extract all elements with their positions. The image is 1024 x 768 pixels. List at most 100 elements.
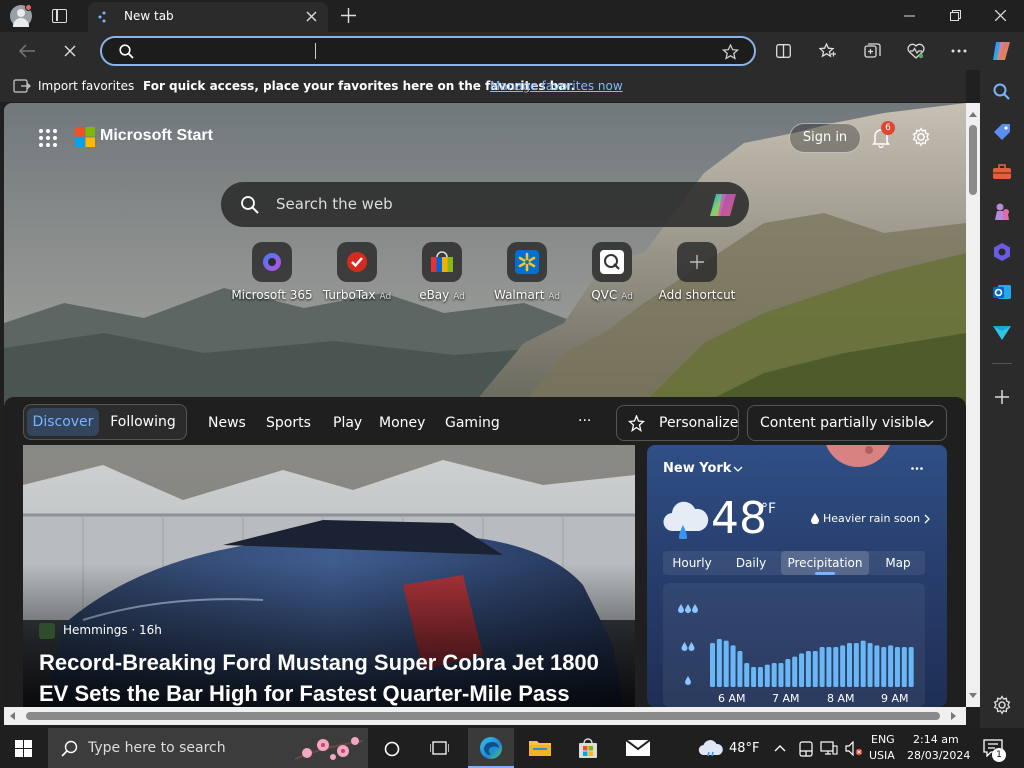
sign-in-button[interactable]: Sign in <box>789 123 861 153</box>
personalize-button[interactable]: Personalize <box>616 405 739 441</box>
weather-location[interactable]: New York <box>663 461 731 476</box>
task-view-icon[interactable] <box>430 740 449 756</box>
personalize-label: Personalize <box>659 415 739 431</box>
close-tab-icon[interactable] <box>306 11 317 22</box>
import-favorites-link[interactable]: Import favorites <box>38 79 134 93</box>
article-card[interactable]: Hemmings · 16h Record-Breaking Ford Must… <box>23 445 635 707</box>
taskbar-weather-icon[interactable] <box>697 739 723 759</box>
microsoft-store-icon[interactable] <box>577 737 599 759</box>
favorites-icon[interactable] <box>819 43 836 59</box>
address-input[interactable] <box>142 42 702 60</box>
web-search-box[interactable]: Search the web <box>221 182 749 227</box>
vertical-scrollbar[interactable] <box>966 103 980 707</box>
chevron-right-icon[interactable] <box>924 514 930 524</box>
apps-launcher-icon[interactable] <box>38 128 58 148</box>
weather-tab-map[interactable]: Map <box>871 551 925 575</box>
tab-actions-icon[interactable] <box>52 9 67 23</box>
weather-alert[interactable]: Heavier rain soon <box>823 512 920 525</box>
shopping-tag-icon[interactable] <box>992 122 1012 142</box>
more-menu-icon[interactable] <box>951 49 967 53</box>
clock-date[interactable]: 28/03/2024 <box>907 749 970 762</box>
shortcut-walmart[interactable]: Walmart Ad <box>482 242 572 302</box>
scroll-right-arrow-icon[interactable] <box>951 712 956 720</box>
weather-tab-hourly[interactable]: Hourly <box>663 551 721 575</box>
more-tabs-button[interactable]: ··· <box>578 413 591 429</box>
article-headline[interactable]: Record-Breaking Ford Mustang Super Cobra… <box>39 647 629 707</box>
stop-loading-icon[interactable] <box>64 45 76 57</box>
copilot-icon[interactable] <box>708 191 740 219</box>
tab-following[interactable]: Following <box>104 408 182 436</box>
volume-muted-icon[interactable] <box>845 741 863 756</box>
tab-discover[interactable]: Discover <box>27 408 99 436</box>
weather-card[interactable]: New York 48 °F Heavier rain soon Hourly … <box>647 445 947 707</box>
search-icon[interactable] <box>992 82 1012 102</box>
add-shortcut[interactable]: Add shortcut <box>652 242 742 302</box>
clock-time[interactable]: 2:14 am <box>913 733 959 746</box>
vertical-scroll-thumb[interactable] <box>969 125 977 195</box>
scroll-up-arrow-icon[interactable] <box>969 112 977 117</box>
input-region[interactable]: USIA <box>869 749 895 762</box>
horizontal-scrollbar[interactable] <box>4 707 966 725</box>
shortcut-microsoft365[interactable]: Microsoft 365 <box>227 242 317 302</box>
taskbar-weather-temp[interactable]: 48°F <box>729 741 760 756</box>
source-logo-icon <box>39 623 55 639</box>
browser-essentials-icon[interactable] <box>907 43 925 59</box>
sidebar-settings-gear-icon[interactable] <box>992 695 1012 715</box>
file-explorer-icon[interactable] <box>528 738 552 758</box>
weather-more-icon[interactable] <box>911 467 923 470</box>
tab-news[interactable]: News <box>208 415 246 431</box>
taskbar-edge-button[interactable] <box>468 728 514 768</box>
weather-tab-daily[interactable]: Daily <box>723 551 779 575</box>
microsoft365-sidebar-icon[interactable] <box>992 242 1012 262</box>
minimize-icon[interactable] <box>904 15 915 17</box>
favorite-star-icon[interactable] <box>722 44 739 60</box>
outlook-icon[interactable] <box>992 282 1012 302</box>
profile-avatar[interactable] <box>10 4 32 27</box>
cortana-circle-icon[interactable] <box>384 741 400 757</box>
new-tab-plus-icon[interactable] <box>341 8 356 23</box>
manage-favorites-link[interactable]: Manage favorites now <box>490 79 623 93</box>
tab-money[interactable]: Money <box>379 415 425 431</box>
input-language[interactable]: ENG <box>871 733 895 746</box>
back-arrow-icon[interactable] <box>19 44 36 58</box>
show-hidden-icons-chevron-icon[interactable] <box>774 744 786 752</box>
split-screen-icon[interactable] <box>776 44 791 58</box>
microsoft365-icon <box>252 242 292 282</box>
location-chevron-icon[interactable] <box>733 466 743 473</box>
taskbar-search-box[interactable]: Type here to search <box>48 728 368 768</box>
shortcut-turbotax[interactable]: TurboTax Ad <box>312 242 402 302</box>
import-favorites-icon[interactable] <box>13 79 31 93</box>
network-icon[interactable] <box>820 741 838 756</box>
tab-sports[interactable]: Sports <box>266 415 311 431</box>
drop-send-icon[interactable] <box>992 322 1012 342</box>
precipitation-bar <box>833 647 839 687</box>
tools-toolbox-icon[interactable] <box>992 162 1012 182</box>
precipitation-bar <box>908 647 914 687</box>
precipitation-bar <box>751 667 757 687</box>
temperature-unit[interactable]: °F <box>761 501 776 517</box>
scroll-down-arrow-icon[interactable] <box>969 693 977 698</box>
tab-new-tab[interactable]: New tab <box>88 2 328 32</box>
horizontal-scroll-thumb[interactable] <box>26 712 940 720</box>
tab-play[interactable]: Play <box>333 415 362 431</box>
collections-icon[interactable] <box>864 43 881 59</box>
precipitation-bar <box>744 663 750 687</box>
touchpad-icon[interactable] <box>799 741 813 757</box>
games-chess-icon[interactable] <box>992 202 1012 222</box>
copilot-icon[interactable] <box>990 40 1014 62</box>
address-bar[interactable] <box>100 36 756 66</box>
time-label-7am: 7 AM <box>772 692 800 705</box>
add-sidebar-app-icon[interactable] <box>992 387 1012 407</box>
search-icon <box>61 740 78 757</box>
shortcut-qvc[interactable]: QVC Ad <box>567 242 657 302</box>
mail-envelope-icon[interactable] <box>626 740 650 756</box>
tab-gaming[interactable]: Gaming <box>445 415 500 431</box>
windows-start-icon[interactable] <box>15 740 32 757</box>
close-window-icon[interactable] <box>995 10 1006 21</box>
precipitation-bar <box>710 643 715 687</box>
scroll-left-arrow-icon[interactable] <box>10 712 15 720</box>
shortcut-ebay[interactable]: eBay Ad <box>397 242 487 302</box>
settings-gear-icon[interactable] <box>911 127 931 147</box>
content-visibility-dropdown[interactable]: Content partially visible <box>747 405 947 441</box>
restore-icon[interactable] <box>950 10 961 21</box>
